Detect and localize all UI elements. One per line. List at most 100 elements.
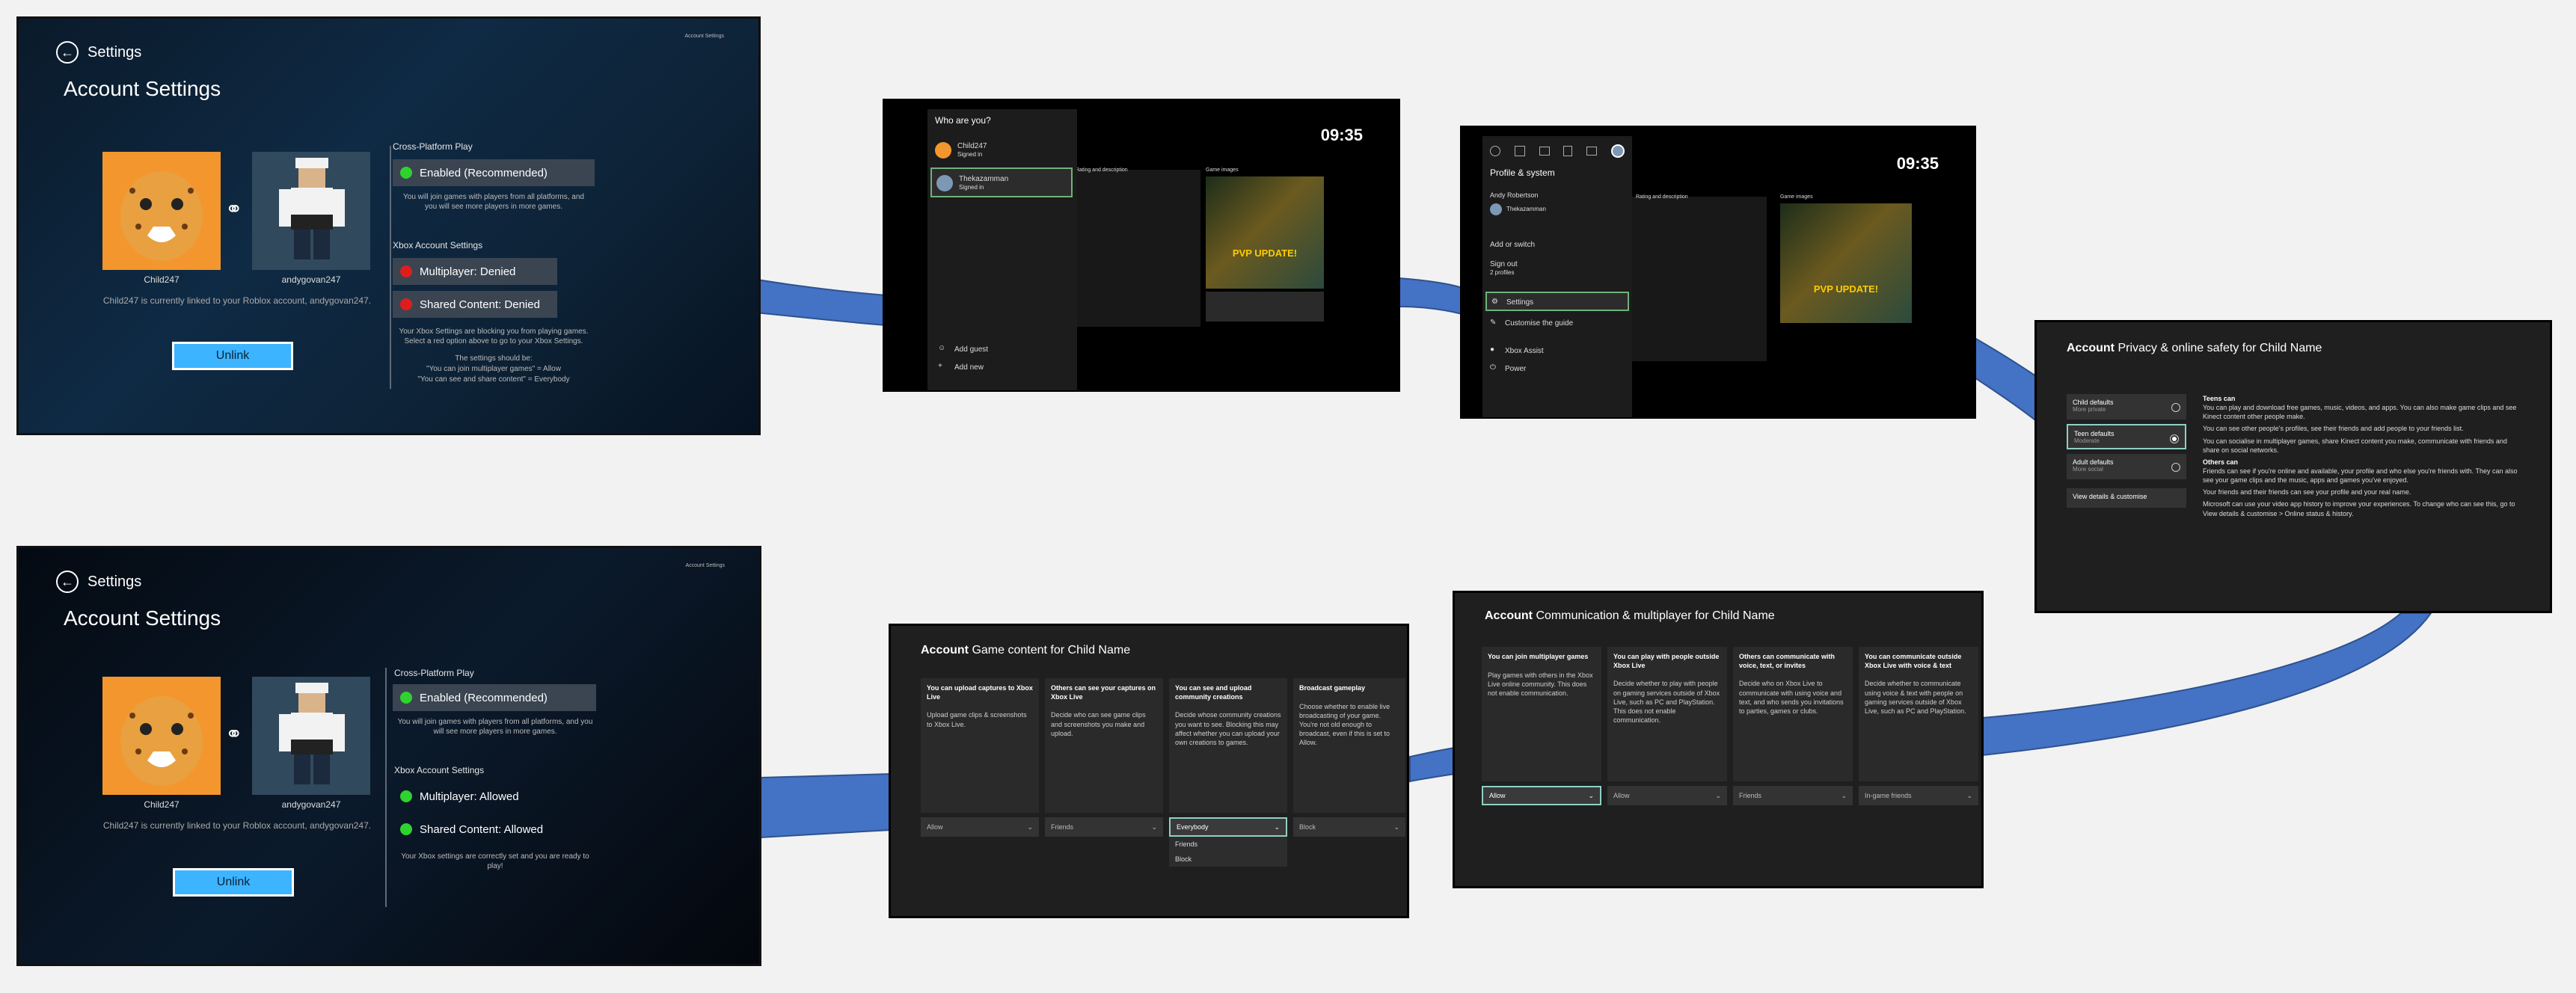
plus-icon: + — [938, 362, 942, 370]
arrow-to-communication — [1981, 612, 2432, 757]
should-be-1: "You can join multiplayer games" = Allow — [426, 365, 561, 373]
blocking-note: Your Xbox Settings are blocking you from… — [399, 328, 589, 345]
banner-text: PVP UPDATE! — [1813, 283, 1879, 295]
user2-name: andygovan247 — [281, 274, 341, 285]
power[interactable]: Power — [1505, 365, 1526, 373]
settings-should-be: The settings should be: — [455, 354, 533, 363]
add-guest[interactable]: Add guest — [954, 345, 988, 354]
col-broadcast: Broadcast gameplay Choose whether to ena… — [1293, 678, 1405, 813]
share-tab-icon[interactable] — [1586, 147, 1598, 156]
col-upload-captures: You can upload captures to Xbox Live Upl… — [921, 678, 1039, 813]
enabled-dot-icon — [400, 167, 412, 179]
divider — [385, 668, 387, 907]
multiplayer-status[interactable]: Multiplayer: Allowed — [393, 783, 572, 810]
user1-name: Child247 — [144, 799, 180, 810]
arrow-to-game-content — [1409, 746, 1456, 783]
chevron-down-icon: ⌄ — [1966, 791, 1972, 799]
xbox-assist[interactable]: Xbox Assist — [1505, 347, 1544, 355]
ready-note: Your Xbox settings are correctly set and… — [401, 852, 589, 870]
customise-guide[interactable]: Customise the guide — [1505, 319, 1573, 328]
communicate-outside-dropdown[interactable]: In-game friends ⌄ — [1859, 786, 1978, 805]
option-friends[interactable]: Friends — [1169, 837, 1287, 852]
bg-label-images: Game images — [1780, 194, 1813, 200]
guide-tab-row — [1490, 142, 1625, 160]
people-tab-icon[interactable] — [1514, 146, 1525, 156]
radio-icon — [2171, 403, 2180, 412]
see-captures-dropdown[interactable]: Friends ⌄ — [1045, 817, 1163, 837]
cross-platform-option[interactable]: Enabled (Recommended) — [393, 684, 596, 711]
user1-name: Child247 — [144, 274, 180, 285]
chat-tab-icon[interactable] — [1539, 147, 1550, 156]
link-icon: ⚭ — [225, 722, 243, 745]
add-new[interactable]: Add new — [954, 363, 984, 372]
xbox-communication-settings: Account Communication & multiplayer for … — [1453, 591, 1984, 888]
xbox-privacy-settings: Account Privacy & online safety for Chil… — [2034, 320, 2552, 613]
should-be-2: "You can see and share content" = Everyb… — [417, 375, 570, 384]
allowed-dot-icon — [400, 790, 412, 802]
chevron-down-icon: ⌄ — [1715, 791, 1721, 799]
guide-icon: ✎ — [1490, 319, 1497, 327]
settings-back[interactable]: ← Settings — [56, 41, 141, 64]
game-banner — [1780, 203, 1912, 323]
who-are-you-menu: Who are you? Child247 Signed in Thekazam… — [927, 109, 1077, 390]
cross-platform-note: You will join games with players from al… — [397, 718, 593, 736]
chevron-down-icon: ⌄ — [1588, 791, 1594, 799]
linked-text: Child247 is currently linked to your Rob… — [102, 295, 372, 306]
page-title: Account Settings — [64, 606, 221, 630]
person-icon: ☺ — [938, 344, 946, 352]
avatar — [1490, 203, 1502, 215]
roblox-avatar — [252, 677, 370, 795]
user-name: Andy Robertson — [1490, 191, 1539, 199]
settings-back[interactable]: ← Settings — [56, 571, 141, 593]
view-details-button[interactable]: View details & customise — [2067, 488, 2186, 508]
join-multiplayer-dropdown[interactable]: Allow ⌄ — [1482, 786, 1601, 805]
corner-text: Account Settings — [684, 34, 724, 39]
option-adult-defaults[interactable]: Adult defaults More social — [2067, 454, 2186, 479]
unlink-button[interactable]: Unlink — [172, 342, 293, 370]
cross-platform-option[interactable]: Enabled (Recommended) — [393, 159, 595, 186]
trophy-tab-icon[interactable] — [1563, 146, 1573, 156]
shared-content-status[interactable]: Shared Content: Allowed — [393, 816, 572, 843]
option-block[interactable]: Block — [1169, 852, 1287, 867]
profile-tab-icon[interactable] — [1610, 144, 1625, 158]
upload-captures-dropdown[interactable]: Allow ⌄ — [921, 817, 1039, 837]
col-community-creations: You can see and upload community creatio… — [1169, 678, 1287, 813]
xbox-tab-icon[interactable] — [1490, 146, 1500, 156]
profile-child247[interactable]: Child247 Signed in — [930, 136, 1073, 165]
radio-icon — [2171, 463, 2180, 472]
option-child-defaults[interactable]: Child defaults More private — [2067, 394, 2186, 419]
play-outside-dropdown[interactable]: Allow ⌄ — [1607, 786, 1727, 805]
settings-label: Settings — [88, 573, 142, 590]
denied-dot-icon — [400, 298, 412, 310]
cross-platform-heading: Cross-Platform Play — [394, 668, 474, 678]
community-creations-dropdown[interactable]: Everybody ⌄ — [1169, 817, 1287, 837]
gamertag: Thekazamman — [1506, 206, 1546, 212]
broadcast-dropdown[interactable]: Block ⌄ — [1293, 817, 1405, 837]
unlink-button[interactable]: Unlink — [173, 868, 294, 897]
clock: 09:35 — [1320, 126, 1363, 144]
multiplayer-status[interactable]: Multiplayer: Denied — [393, 258, 557, 285]
denied-dot-icon — [400, 265, 412, 277]
sign-out[interactable]: Sign out — [1490, 260, 1518, 268]
back-arrow-icon: ← — [56, 571, 79, 593]
profile-system-heading: Profile & system — [1490, 167, 1555, 178]
corner-text: Account Settings — [685, 563, 725, 568]
profile-thekazamman[interactable]: Thekazamman Signed in — [930, 167, 1073, 197]
chevron-down-icon: ⌄ — [1274, 823, 1280, 831]
radio-selected-icon — [2170, 434, 2179, 443]
bg-label-rating: Rating and description — [1636, 194, 1688, 200]
settings-label: Settings — [88, 43, 142, 61]
shared-content-status[interactable]: Shared Content: Denied — [393, 291, 557, 318]
bg-label-rating: Rating and description — [1076, 167, 1128, 173]
allowed-dot-icon — [400, 823, 412, 835]
roblox-settings-before: ← Settings Account Settings Account Sett… — [16, 16, 761, 435]
settings-menu-item[interactable]: ⚙ Settings — [1485, 292, 1629, 311]
chevron-down-icon: ⌄ — [1027, 823, 1033, 831]
community-creations-options: Friends Block — [1169, 837, 1287, 867]
cross-platform-heading: Cross-Platform Play — [393, 141, 473, 152]
chevron-down-icon: ⌄ — [1151, 823, 1157, 831]
others-communicate-dropdown[interactable]: Friends ⌄ — [1733, 786, 1853, 805]
option-teen-defaults[interactable]: Teen defaults Moderate — [2067, 424, 2186, 449]
add-or-switch[interactable]: Add or switch — [1490, 241, 1535, 249]
col-play-outside: You can play with people outside Xbox Li… — [1607, 647, 1727, 781]
